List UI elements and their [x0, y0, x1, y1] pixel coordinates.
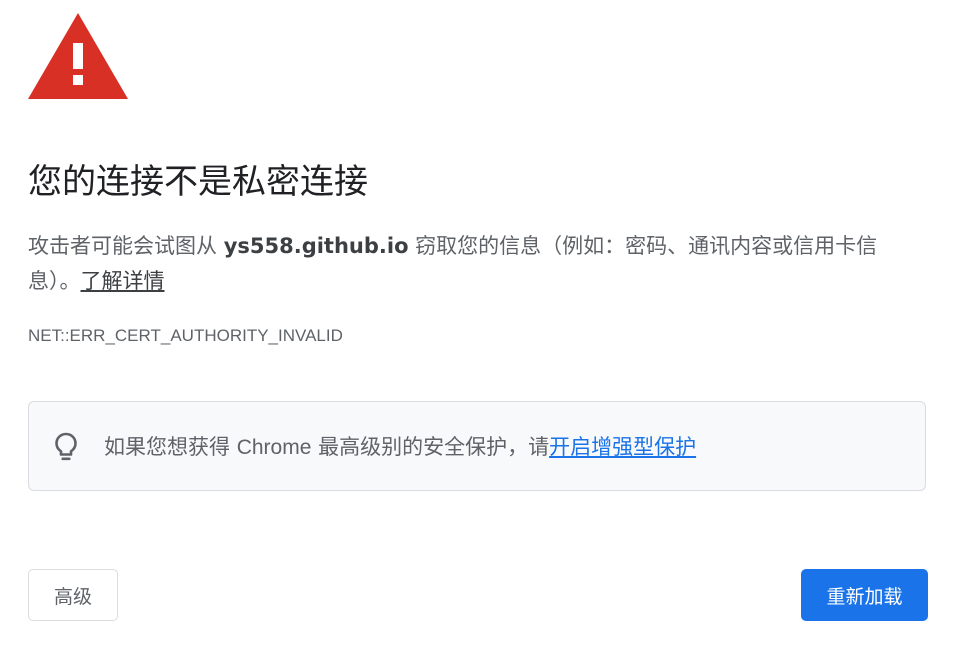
- enable-enhanced-protection-link[interactable]: 开启增强型保护: [549, 435, 696, 459]
- error-code: NET::ERR_CERT_AUTHORITY_INVALID: [28, 326, 343, 345]
- learn-more-link[interactable]: 了解详情: [81, 269, 165, 293]
- enhanced-protection-promo: 如果您想获得 Chrome 最高级别的安全保护，请开启增强型保护: [28, 401, 926, 491]
- advanced-button[interactable]: 高级: [28, 569, 118, 621]
- promo-text: 如果您想获得 Chrome 最高级别的安全保护，请开启增强型保护: [104, 431, 696, 464]
- promo-brand: Chrome: [236, 436, 312, 459]
- page-title: 您的连接不是私密连接: [28, 162, 368, 202]
- lightbulb-icon: [55, 432, 77, 461]
- warning-triangle-icon: [28, 13, 128, 99]
- promo-text-after: 最高级别的安全保护，请: [311, 435, 550, 459]
- explanation-prefix: 攻击者可能会试图从: [28, 234, 224, 258]
- site-domain: ys558.github.io: [223, 234, 409, 258]
- explanation-text: 攻击者可能会试图从 ys558.github.io 窃取您的信息（例如：密码、通…: [28, 229, 918, 299]
- promo-text-before: 如果您想获得: [104, 435, 237, 459]
- reload-button[interactable]: 重新加载: [801, 569, 928, 621]
